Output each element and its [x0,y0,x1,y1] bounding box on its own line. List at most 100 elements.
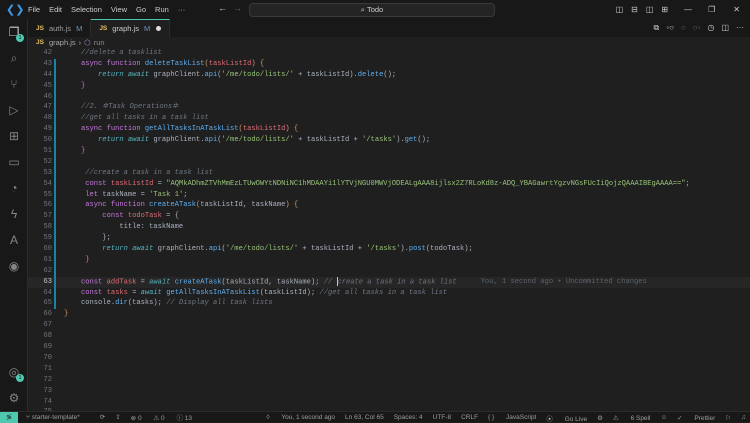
thunder-client-icon[interactable]: ϟ [0,201,28,227]
indentation[interactable]: Spaces: 4 [394,414,423,421]
azure-icon[interactable]: A [0,227,28,253]
menu-file[interactable]: File [28,5,40,14]
git-blame-status[interactable]: ◊ You, 1 second ago [266,414,335,421]
js-file-icon: JS [36,24,44,32]
code-line[interactable]: 52 [28,156,750,168]
go-back-icon[interactable]: ○ [681,23,686,33]
line-ending[interactable]: CRLF [461,414,478,421]
compare-changes-icon[interactable]: ⧉ [654,23,660,33]
code-line[interactable]: 58 title: taskName [28,222,750,234]
settings-gear-icon[interactable]: ⚙ [0,385,28,411]
code-line[interactable]: 66} [28,309,750,320]
code-line[interactable]: 42 //delete a tasklist [28,48,750,59]
accounts-icon[interactable]: ◎ 1 [0,359,28,385]
search-view-icon[interactable]: ⌕ [0,45,28,71]
go-prev-change-icon[interactable]: ◦○ [666,23,674,33]
git-modified-gutter [54,222,56,234]
prettier-status[interactable]: ✓ Prettier [677,414,715,422]
code-line[interactable]: 71 [28,364,750,375]
minimize-icon[interactable]: — [684,5,692,14]
code-line[interactable]: 56 async function createATask(taskListId… [28,200,750,212]
code-line[interactable]: 73 [28,386,750,397]
close-icon[interactable]: ✕ [733,5,740,14]
toggle-secondary-sidebar-icon[interactable]: ◫ [646,5,654,14]
copilot-icon[interactable]: ☺ [660,414,667,421]
feedback-icon[interactable]: ⚐ [725,414,731,422]
code-line[interactable]: 53 //create a task in a task list [28,167,750,179]
customize-layout-icon[interactable]: ⊞ [661,5,668,14]
code-line[interactable]: 63 const addTask = await createATask(tas… [28,276,750,288]
more-actions-icon[interactable]: ··· [736,23,744,33]
remote-explorer-icon[interactable]: ▭ [0,149,28,175]
extension-icon[interactable]: ⚙ [597,414,603,422]
back-arrow-icon[interactable]: ← [218,3,227,13]
breadcrumb-file[interactable]: graph.js [49,38,76,47]
encoding[interactable]: UTF-8 [433,414,451,421]
menu-view[interactable]: View [111,5,127,14]
code-line[interactable]: 43 async function deleteTaskList(taskLis… [28,58,750,70]
code-line[interactable]: 67 [28,320,750,331]
code-line[interactable]: 65 console.dir(tasks); // Display all ta… [28,298,750,310]
remote-indicator-icon[interactable]: ≶ [0,411,18,423]
code-line[interactable]: 44 return await graphClient.api('/me/tod… [28,69,750,81]
run-debug-icon[interactable]: ▷ [0,97,28,123]
publish-icon[interactable]: ⇪ [115,413,120,421]
code-token: //get all tasks in a task list [64,114,209,123]
code-token: ; [183,190,188,199]
code-line[interactable]: 48 //get all tasks in a task list [28,113,750,125]
unsaved-dot-icon[interactable] [156,26,162,31]
toggle-sidebar-icon[interactable]: ◫ [616,5,624,14]
sync-icon[interactable]: ⟳ [100,413,105,421]
problems-status[interactable]: ⊗ 0 ⚠ 0 ⓘ 13 [131,412,202,422]
menu-edit[interactable]: Edit [49,5,62,14]
command-center-search[interactable]: ⌕ Todo [249,3,495,17]
tab-auth-js[interactable]: JS auth.js M [28,19,92,37]
code-line[interactable]: 74 [28,397,750,408]
timeline-icon[interactable]: ◷ [707,23,714,33]
go-live-button[interactable]: ⦿ Go Live [546,413,587,423]
extensions-icon[interactable]: ⊞ [0,123,28,149]
code-line[interactable]: 50 return await graphClient.api('/me/tod… [28,135,750,147]
code-line[interactable]: 59 }; [28,233,750,245]
github-icon[interactable]: ◉ [0,253,28,279]
code-line[interactable]: 49 async function getAllTasksInATaskList… [28,124,750,136]
code-line[interactable]: 60 return await graphClient.api('/me/tod… [28,244,750,255]
code-line[interactable]: 72 [28,375,750,386]
source-control-icon[interactable]: ⑂ [0,71,28,97]
code-line[interactable]: 61 } [28,254,750,266]
code-line[interactable]: 47 //2. ✲Task Operations✲ [28,102,750,114]
restore-icon[interactable]: ❐ [708,5,715,14]
code-line[interactable]: 51 } [28,146,750,157]
forward-arrow-icon[interactable]: → [233,3,242,13]
code-line[interactable]: 55 let taskName = 'Task 1'; [28,189,750,201]
title-bar: ❮❯ File Edit Selection View Go Run ··· ← → ⌕ To… [0,0,750,19]
toggle-panel-icon[interactable]: ⊟ [631,5,638,14]
code-line[interactable]: 64 const tasks = await getAllTasksInATas… [28,287,750,299]
code-line[interactable]: 70 [28,353,750,364]
code-line[interactable]: 57 const todoTask = { [28,211,750,223]
code-line[interactable]: 62 [28,265,750,277]
code-line[interactable]: 69 [28,342,750,353]
go-next-change-icon[interactable]: ○◦ [693,23,701,33]
branch-status[interactable]: ⑂ starter-template* [26,414,90,421]
spell-label: 6 Spell [630,414,651,422]
breadcrumb-symbol[interactable]: run [94,38,105,47]
github-actions-icon[interactable]: ◔ [0,175,28,201]
menu-go[interactable]: Go [136,5,146,14]
code-line[interactable]: 54 const taskListId = "AQMkADhmZTVhMmEzL… [28,178,750,190]
code-line[interactable]: 68 [28,331,750,342]
spell-status[interactable]: ⚠ 6 Spell [613,414,651,422]
go-live-label: Go Live [564,415,588,423]
split-editor-icon[interactable]: ◫ [721,23,729,33]
menu-run[interactable]: Run [155,5,169,14]
cursor-position[interactable]: Ln 63, Col 65 [345,414,384,421]
notifications-bell-icon[interactable]: ♫ [741,414,746,421]
tab-graph-js[interactable]: JS graph.js M [91,19,171,37]
language-mode[interactable]: { } JavaScript [488,414,536,421]
code-line[interactable]: 45 } [28,80,750,92]
menu-selection[interactable]: Selection [71,5,102,14]
explorer-icon[interactable]: ❐ 1 [0,19,28,45]
code-line[interactable]: 46 [28,91,750,103]
code-editor[interactable]: 42 //delete a tasklist 43 async function … [28,48,750,411]
menu-more[interactable]: ··· [178,5,186,14]
